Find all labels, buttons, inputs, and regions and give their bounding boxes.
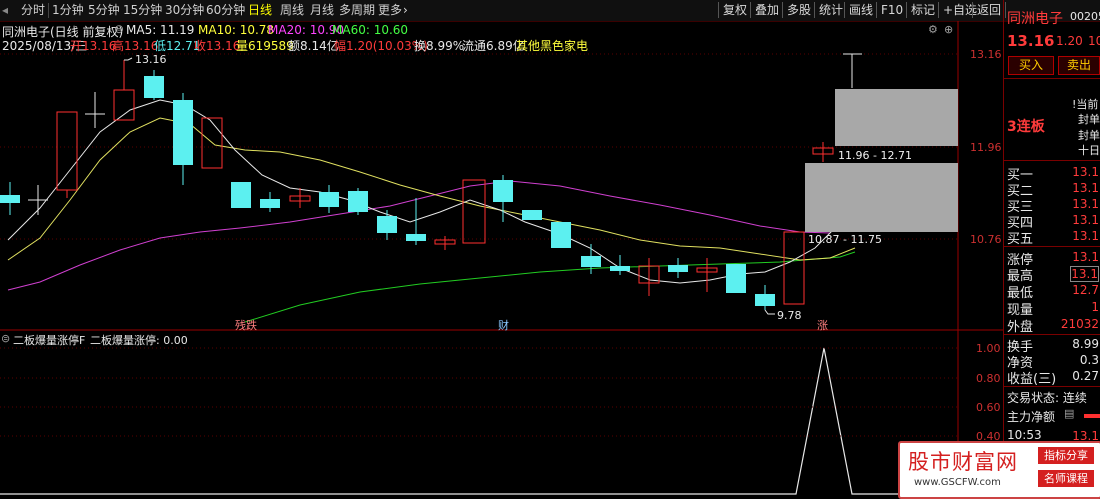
candle [113,89,135,121]
zone-lower-label: 10.87 - 11.75 [808,233,882,246]
candle [319,192,339,207]
indicator-axis-label: 0.80 [976,372,1001,385]
candle [610,266,630,271]
divider [1004,386,1100,387]
quote-panel: 同洲电子 00205 13.16 1.20 10 买入 卖出 3连板 !当前 封… [1003,0,1100,497]
candle [581,256,601,267]
order-book-value: 13.1 [1072,213,1099,227]
stock-code: 00205 [1070,10,1100,23]
order-book-value: 13.1 [1072,197,1099,211]
metric-value: 0.3 [1079,353,1099,367]
order-book-value: 13.1 [1072,229,1099,243]
candle [144,76,164,98]
candle [0,195,20,203]
divider [1004,160,1100,161]
order-book-value: 13.1 [1072,181,1099,195]
divider [1004,246,1100,247]
divider [1004,334,1100,335]
last-price: 13.16 [1007,32,1055,50]
low-marker [764,309,775,315]
price-change: 1.20 [1056,34,1083,48]
indicator-value: 二板爆量涨停: 0.00 [90,334,188,347]
high-marker [124,57,133,61]
flow-bar [1084,414,1100,418]
site-watermark: 股市财富网 指标分享 名师课程 www.GSCFW.com [898,441,1100,499]
note-line: 封单 [1078,129,1100,142]
low-label: 9.78 [777,309,802,322]
candle [755,294,775,306]
candle [260,199,280,208]
indicator-title: 二板爆量涨停F [13,334,86,347]
candle [56,111,78,191]
streak-badge: 3连板 [1007,119,1045,135]
note-line: 封单 [1078,113,1100,126]
indicator-settings-icon[interactable]: ⊜ [1,332,10,345]
note-line: !当前 [1072,98,1099,111]
ma10-line [7,117,856,261]
list-icon[interactable]: ▤ [1064,407,1074,420]
candle [493,180,513,202]
metric-value: 0.27 [1072,369,1099,383]
watermark-brand: 股市财富网 [908,450,1018,474]
candle [231,182,251,208]
candle [783,231,805,305]
candle [377,216,397,233]
price-axis-label: 13.16 [970,48,1002,61]
gap-zone-lower [805,163,958,232]
candle [726,264,746,293]
watermark-tag: 指标分享 [1038,447,1094,464]
stat-label: 外盘 [1007,320,1034,335]
stat-value: 13.1 [1072,250,1099,264]
price-pct: 10 [1088,34,1100,48]
ma60-line [244,251,856,323]
candle [462,179,486,244]
price-axis-label: 11.96 [970,141,1002,154]
stat-value: 21032 [1060,317,1099,331]
note-line: 十日 [1078,144,1100,157]
candle [668,265,688,272]
tick-time: 10:53 [1007,428,1042,442]
metric-value: 8.99 [1072,337,1099,351]
signal-marker-mid: 财 [498,319,509,332]
order-book-label: 买五 [1007,232,1034,247]
main-flow-label[interactable]: 主力净额 [1007,408,1055,425]
signal-marker-left: 残跌 [235,319,257,332]
signal-marker-right: 涨 [817,319,828,332]
indicator-gridlines [0,347,958,437]
candle [551,222,571,248]
order-book-value: 13.1 [1072,165,1099,179]
indicator-axis-label: 1.00 [976,342,1001,355]
candle [173,100,193,165]
stat-value: 12.7 [1072,283,1099,297]
trade-status: 交易状态: 连续 [1007,391,1087,405]
sell-button[interactable]: 卖出 [1058,56,1100,75]
stat-value: 13.1 [1070,266,1099,282]
ma5-line [7,99,853,284]
buy-button[interactable]: 买入 [1008,56,1054,75]
watermark-tag: 名师课程 [1038,470,1094,487]
price-axis-label: 10.76 [970,233,1002,246]
high-label: 13.16 [135,53,167,66]
indicator-axis-label: 0.60 [976,401,1001,414]
watermark-url: www.GSCFW.com [914,477,1001,488]
indicator-line [0,347,958,495]
gap-zone-upper [835,89,958,146]
candle [348,191,368,212]
candle [406,234,426,241]
stock-name: 同洲电子 [1007,11,1063,27]
zone-upper-label: 11.96 - 12.71 [838,149,912,162]
candlestick-chart [0,21,1003,497]
stat-value: 1 [1091,300,1099,314]
candles [0,53,862,310]
divider [1004,78,1100,79]
candle [522,210,542,220]
metric-label: 收益(三) [1007,372,1057,387]
